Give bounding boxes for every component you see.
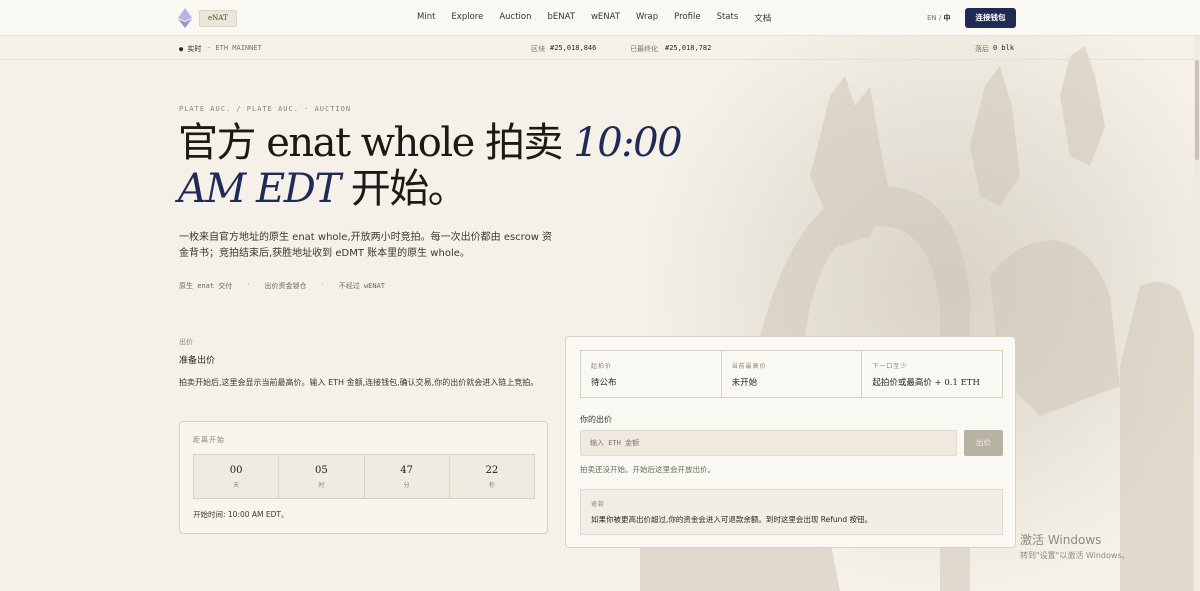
watermark-subtitle: 转到"设置"以激活 Windows。 <box>1020 551 1130 560</box>
nav-link-mint[interactable]: Mint <box>417 12 435 24</box>
stat-current-high: 当前最高价 未开始 <box>722 351 863 397</box>
finalized-value: #25,018,782 <box>665 44 712 52</box>
tag-native-delivery: 原生 enat 交付 <box>179 282 233 290</box>
tag-no-wenat: 不经过 wENAT <box>338 282 386 290</box>
countdown-grid: 00 天 05 时 47 分 22 秒 <box>193 454 535 499</box>
hero-description: 一枚来自官方地址的原生 enat whole,开放两小时竞拍。每一次出价都由 e… <box>179 232 553 259</box>
lang-en[interactable]: EN <box>927 14 937 22</box>
nav-link-profile[interactable]: Profile <box>674 12 700 24</box>
tag-separator: · <box>246 281 251 289</box>
countdown-days-unit: 天 <box>233 482 240 489</box>
lag-value: 0 blk <box>993 44 1015 52</box>
nav-link-docs[interactable]: 文档 <box>754 12 771 24</box>
nav-link-auction[interactable]: Auction <box>499 12 531 24</box>
status-bar: ● 实时 · ETH MAINNET 区块 #25,018,846 已最终化 #… <box>0 36 1200 60</box>
current-high-label: 当前最高价 <box>731 363 767 370</box>
countdown-hours-unit: 时 <box>318 482 325 489</box>
countdown-minutes-value: 47 <box>400 465 413 476</box>
windows-activation-watermark: 激活 Windows 转到"设置"以激活 Windows。 <box>1020 531 1130 561</box>
nav-link-wenat[interactable]: wENAT <box>591 12 620 24</box>
network-label: · ETH MAINNET <box>207 44 262 52</box>
nav-link-benat[interactable]: bENAT <box>548 12 575 24</box>
ethereum-logo-icon[interactable] <box>178 8 192 28</box>
countdown-minutes-unit: 分 <box>403 482 410 489</box>
top-nav: eNAT Mint Explore Auction bENAT wENAT Wr… <box>0 0 1200 36</box>
bid-panel: 起拍价 待公布 当前最高价 未开始 下一口至少 起拍价或最高价 + 0.1 ET… <box>565 336 1016 548</box>
bid-section-description: 拍卖开始后,这里会显示当前最高价。输入 ETH 金额,连接钱包,确认交易,你的出… <box>179 378 539 387</box>
lag-label: 落后 <box>975 45 989 53</box>
breadcrumb: PLATE AUC. / PLATE AUC. · AUCTION <box>179 105 352 113</box>
refund-text: 如果你被更高出价超过,你的资金会进入可退款余额。到时这里会出现 Refund 按… <box>591 515 873 524</box>
feature-tags: 原生 enat 交付 · 出价资金锁仓 · 不经过 wENAT <box>179 281 399 291</box>
lang-separator: / <box>938 14 942 22</box>
your-bid-label: 你的出价 <box>580 415 612 424</box>
countdown-seconds: 22 秒 <box>450 455 534 498</box>
next-min-value: 起拍价或最高价 + 0.1 ETH <box>872 378 980 388</box>
bid-section-label: 出价 <box>179 338 193 346</box>
block-value: #25,018,846 <box>550 44 597 52</box>
refund-label: 退款 <box>591 501 606 508</box>
countdown-seconds-value: 22 <box>485 465 499 476</box>
start-price-label: 起拍价 <box>591 363 613 370</box>
nav-link-wrap[interactable]: Wrap <box>636 12 658 24</box>
bid-section-title: 准备出价 <box>179 356 216 366</box>
brand-label[interactable]: eNAT <box>199 10 237 27</box>
countdown-label: 距离开始 <box>193 436 225 444</box>
lang-zh[interactable]: 中 <box>944 14 951 22</box>
countdown-days: 00 天 <box>194 455 280 498</box>
page-title: 官方 enat whole 拍卖 10:00 AM EDT 开始。 <box>178 120 698 212</box>
live-indicator: ● 实时 <box>179 45 202 53</box>
finalized-label: 已最终化 <box>630 45 658 53</box>
stat-next-min: 下一口至少 起拍价或最高价 + 0.1 ETH <box>862 351 1002 397</box>
countdown-seconds-unit: 秒 <box>488 482 495 489</box>
language-switcher: EN / 中 <box>927 13 951 23</box>
title-end: 开始。 <box>339 166 468 212</box>
bid-amount-input[interactable] <box>580 430 957 456</box>
title-main: 官方 enat whole 拍卖 <box>178 120 574 166</box>
scrollbar-thumb[interactable] <box>1195 60 1199 160</box>
connect-wallet-button[interactable]: 连接钱包 <box>965 8 1016 28</box>
countdown-card: 距离开始 00 天 05 时 47 分 22 秒 开始时间: 10:00 AM … <box>179 421 548 534</box>
countdown-days-value: 00 <box>229 465 243 476</box>
countdown-start-time: 开始时间: 10:00 AM EDT。 <box>193 510 289 519</box>
nav-link-stats[interactable]: Stats <box>717 12 739 24</box>
place-bid-button[interactable]: 出价 <box>964 430 1003 456</box>
refund-info: 退款 如果你被更高出价超过,你的资金会进入可退款余额。到时这里会出现 Refun… <box>580 489 1003 535</box>
nav-links: Mint Explore Auction bENAT wENAT Wrap Pr… <box>417 12 787 24</box>
countdown-minutes: 47 分 <box>365 455 450 498</box>
watermark-title: 激活 Windows <box>1020 533 1102 547</box>
block-label: 区块 <box>531 45 545 53</box>
stat-start-price: 起拍价 待公布 <box>581 351 722 397</box>
start-price-value: 待公布 <box>591 378 617 388</box>
current-high-value: 未开始 <box>731 378 758 388</box>
tag-escrow: 出价资金锁仓 <box>264 282 307 290</box>
auction-stats: 起拍价 待公布 当前最高价 未开始 下一口至少 起拍价或最高价 + 0.1 ET… <box>580 350 1003 398</box>
nav-link-explore[interactable]: Explore <box>451 12 483 24</box>
bid-status-note: 拍卖还没开始。开始后这里会开放出价。 <box>580 465 715 474</box>
countdown-hours: 05 时 <box>279 455 365 498</box>
countdown-hours-value: 05 <box>315 465 328 476</box>
next-min-label: 下一口至少 <box>872 363 908 370</box>
tag-separator: · <box>320 281 325 289</box>
